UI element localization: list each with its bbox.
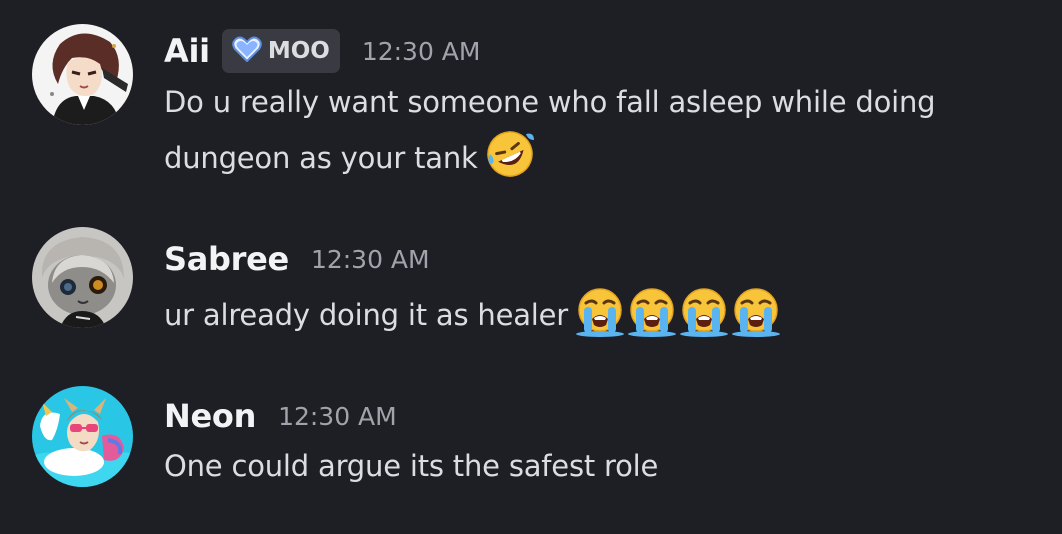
username[interactable]: Aii (164, 32, 210, 70)
chat-messages: Aii MOO 12:30 AM Do u really want someon… (0, 0, 1062, 534)
loudly-crying-emoji[interactable] (574, 285, 626, 337)
loudly-crying-emoji[interactable] (626, 285, 678, 337)
message-line: One could argue its the safest role (164, 449, 659, 483)
heart-icon (232, 36, 262, 66)
rolling-on-floor-laughing-emoji[interactable] (484, 128, 536, 180)
message-line: Do u really want someone who fall asleep… (164, 85, 936, 119)
loudly-crying-emoji[interactable] (678, 285, 730, 337)
username[interactable]: Sabree (164, 240, 289, 278)
message-line: ur already doing it as healer (164, 298, 569, 332)
message-line-text: dungeon as your tank (164, 141, 478, 175)
username[interactable]: Neon (164, 397, 256, 435)
timestamp[interactable]: 12:30 AM (278, 402, 397, 431)
avatar[interactable] (32, 386, 133, 487)
timestamp[interactable]: 12:30 AM (311, 245, 430, 274)
avatar[interactable] (32, 24, 133, 125)
avatar[interactable] (32, 227, 133, 328)
message-content: ur already doing it as healer (164, 285, 782, 341)
server-tag[interactable]: MOO (221, 29, 340, 73)
message-content: One could argue its the safest role (164, 441, 658, 492)
loudly-crying-emoji[interactable] (730, 285, 782, 337)
message-line-2: dungeon as your tank (164, 128, 935, 184)
server-tag-label: MOO (267, 38, 330, 64)
timestamp[interactable]: 12:30 AM (362, 37, 481, 66)
message-content: Do u really want someone who fall asleep… (164, 77, 936, 184)
